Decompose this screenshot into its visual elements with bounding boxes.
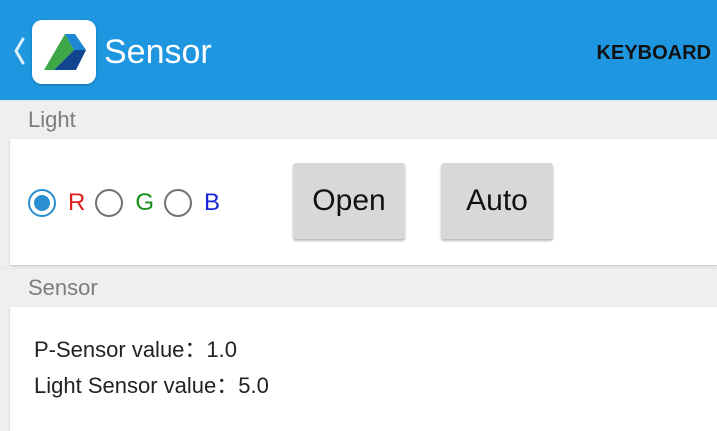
- radio-option-r[interactable]: R: [28, 187, 85, 219]
- light-section-header: Light: [0, 100, 717, 138]
- app-logo-icon[interactable]: [32, 20, 96, 84]
- radio-label-g[interactable]: G: [135, 187, 154, 219]
- auto-button[interactable]: Auto: [441, 163, 553, 239]
- radio-g-unchecked-icon[interactable]: [95, 189, 124, 217]
- radio-option-g[interactable]: G: [95, 187, 154, 219]
- app-bar: Sensor KEYBOARD: [0, 0, 717, 100]
- keyboard-button[interactable]: KEYBOARD: [597, 40, 711, 66]
- p-sensor-readout: P-Sensor value：1.0: [34, 337, 237, 363]
- sensor-card: P-Sensor value：1.0 Light Sensor value：5.…: [10, 307, 717, 431]
- color-radio-group: R G B: [28, 187, 230, 219]
- content-area: Light R G B Open Auto Sensor P-Sensor va…: [0, 100, 717, 431]
- light-sensor-label: Light Sensor value：: [34, 373, 239, 398]
- app-logo-graphic: [44, 34, 86, 70]
- radio-r-checked-icon[interactable]: [28, 189, 56, 217]
- light-card: R G B Open Auto: [10, 139, 717, 265]
- chevron-left-icon[interactable]: [10, 34, 28, 68]
- chevron-left-icon-shape: [14, 37, 25, 65]
- light-sensor-value: 5.0: [238, 373, 269, 398]
- open-button[interactable]: Open: [293, 163, 405, 239]
- radio-label-r[interactable]: R: [68, 187, 85, 219]
- radio-b-unchecked-icon[interactable]: [164, 189, 193, 217]
- sensor-section-header: Sensor: [0, 268, 717, 306]
- app-title: Sensor: [104, 33, 212, 71]
- radio-label-b[interactable]: B: [204, 187, 220, 219]
- p-sensor-value: 1.0: [206, 337, 238, 362]
- radio-option-b[interactable]: B: [164, 187, 220, 219]
- light-sensor-readout: Light Sensor value：5.0: [34, 373, 269, 399]
- p-sensor-label: P-Sensor value：: [34, 337, 207, 362]
